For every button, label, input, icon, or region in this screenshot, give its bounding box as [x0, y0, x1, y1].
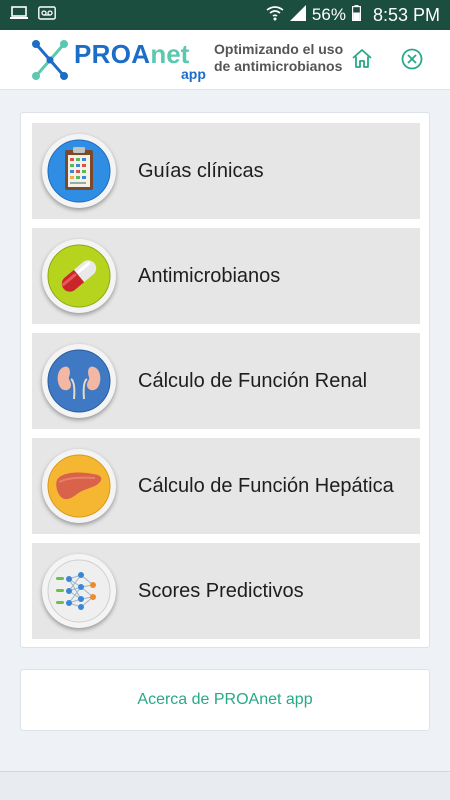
tagline: Optimizando el uso de antimicrobianos [214, 41, 343, 75]
menu-icon-ring [42, 449, 116, 523]
clock: 8:53 PM [372, 4, 440, 25]
menu-item-funcion-renal[interactable]: Cálculo de Función Renal [32, 333, 420, 429]
capsule-icon [47, 244, 111, 308]
battery-icon [351, 4, 361, 26]
clipboard-icon [47, 139, 111, 203]
app-header: PROAnet app Optimizando el uso de antimi… [0, 30, 450, 90]
menu-item-antimicrobianos[interactable]: Antimicrobianos [32, 228, 420, 324]
menu-icon-ring [42, 344, 116, 418]
menu-item-label: Antimicrobianos [138, 264, 281, 287]
menu-item-label: Cálculo de Función Hepática [138, 474, 394, 497]
kidneys-icon [47, 349, 111, 413]
menu-icon-ring [42, 134, 116, 208]
close-circle-icon[interactable] [400, 47, 424, 71]
menu-item-scores-predictivos[interactable]: Scores Predictivos [32, 543, 420, 639]
voicemail-icon [38, 5, 56, 25]
signal-icon [289, 4, 306, 26]
home-icon[interactable] [350, 47, 374, 71]
menu-item-label: Guías clínicas [138, 159, 264, 182]
about-link[interactable]: Acerca de PROAnet app [137, 691, 312, 709]
about-card: Acerca de PROAnet app [20, 669, 430, 731]
menu-item-label: Scores Predictivos [138, 579, 304, 602]
liver-icon [47, 454, 111, 518]
proanet-logo-icon [32, 40, 68, 80]
network-icon [47, 559, 111, 623]
wifi-icon [266, 5, 284, 26]
status-right: 56% 8:53 PM [266, 4, 440, 26]
menu-icon-ring [42, 239, 116, 313]
brand-main: PROA [74, 39, 151, 69]
brand-sub: app [181, 66, 206, 82]
brand-accent: net [150, 39, 190, 69]
tagline-line-1: Optimizando el uso [214, 41, 344, 57]
menu-item-funcion-hepatica[interactable]: Cálculo de Función Hepática [32, 438, 420, 534]
menu-item-label: Cálculo de Función Renal [138, 369, 368, 392]
laptop-icon [10, 5, 28, 25]
bottom-bar [0, 771, 450, 800]
brand-wordmark: PROAnet [74, 39, 189, 70]
battery-percent: 56% [311, 5, 346, 24]
menu-panel: Guías clínicas Antimicrobianos Cálculo d… [20, 112, 430, 648]
status-bar: 56% 8:53 PM [0, 0, 450, 30]
menu-item-guias-clinicas[interactable]: Guías clínicas [32, 123, 420, 219]
menu-icon-ring [42, 554, 116, 628]
status-left [10, 5, 56, 25]
tagline-line-2: de antimicrobianos [214, 58, 343, 74]
